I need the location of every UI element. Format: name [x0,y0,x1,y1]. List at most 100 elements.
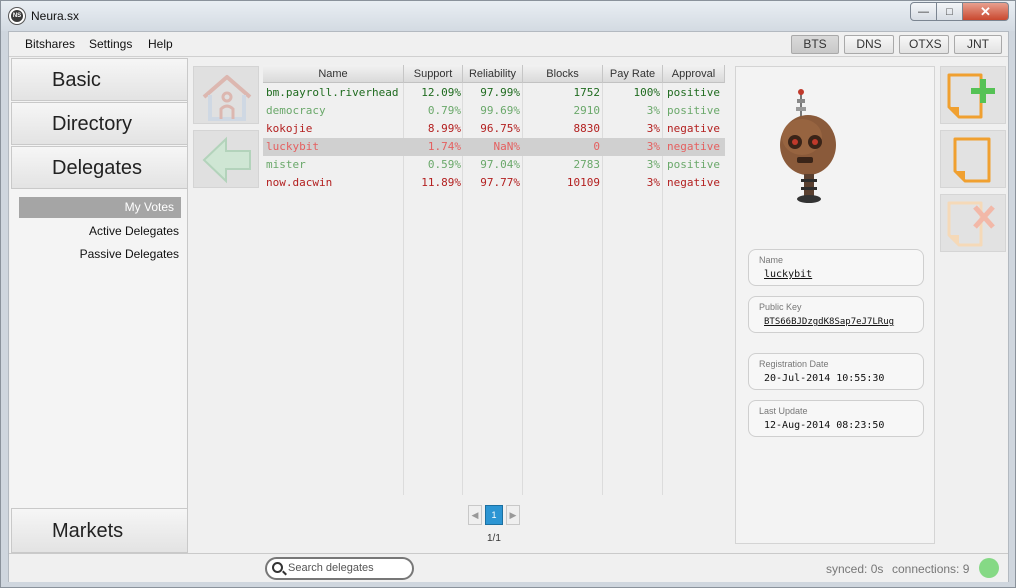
sidebar-tab-directory[interactable]: Directory [11,102,188,145]
table-row[interactable]: now.dacwin 11.89% 97.77% 10109 3% negati… [263,174,725,192]
prev-page-button[interactable]: ◀ [468,505,482,525]
cell-blocks: 8830 [573,122,601,135]
sidebar-item-active-delegates[interactable]: Active Delegates [89,224,179,238]
delegate-detail-panel: Name luckybit Public Key BTS66BJDzgdK8Sa… [735,66,935,544]
network-dns-button[interactable]: DNS [844,35,894,54]
add-document-icon [947,73,995,119]
page-1-button[interactable]: 1 [485,505,503,525]
registration-date-label: Registration Date [759,359,829,369]
status-bar: Search delegates synced: 0s connections:… [9,553,1008,582]
cell-reliability: NaN% [493,140,521,153]
menu-settings[interactable]: Settings [89,37,132,51]
remove-document-icon [947,201,995,247]
table-row[interactable]: bm.payroll.riverhead 12.09% 97.99% 1752 … [263,84,725,102]
sidebar-item-passive-delegates[interactable]: Passive Delegates [80,247,179,261]
cell-name: luckybit [266,140,319,153]
menu-help[interactable]: Help [148,37,173,51]
pagination: ◀ 1 ▶ [468,505,520,525]
last-update-field: Last Update 12-Aug-2014 08:23:50 [748,400,924,437]
network-jnt-button[interactable]: JNT [954,35,1002,54]
sidebar-tab-markets[interactable]: Markets [11,508,188,553]
col-approval[interactable]: Approval [663,65,725,83]
cell-approval: negative [667,176,720,189]
col-support[interactable]: Support [404,65,463,83]
cell-support: 11.89% [421,176,461,189]
back-button[interactable] [193,130,259,188]
registration-date-field: Registration Date 20-Jul-2014 10:55:30 [748,353,924,390]
cell-blocks: 1752 [573,86,601,99]
remove-vote-button[interactable] [940,194,1006,252]
cell-name: bm.payroll.riverhead [266,86,399,99]
minimize-button[interactable]: — [910,2,937,21]
close-icon: ✕ [980,3,991,19]
sidebar-item-my-votes[interactable]: My Votes [19,197,181,218]
cell-pay-rate: 3% [646,104,660,117]
maximize-icon: □ [946,5,953,18]
col-name[interactable]: Name [263,65,404,83]
connections-status: connections: 9 [892,562,970,576]
chevron-left-icon: ◀ [471,510,479,520]
table-row-selected[interactable]: luckybit 1.74% NaN% 0 3% negative [263,138,725,156]
cell-support: 0.79% [427,104,461,117]
cell-reliability: 99.69% [480,104,520,117]
cell-support: 0.59% [427,158,461,171]
window-title: Neura.sx [31,9,80,23]
close-button[interactable]: ✕ [963,2,1009,21]
connection-indicator-icon [979,558,999,578]
cell-approval: negative [667,140,720,153]
app-logo-icon: NS [9,8,25,24]
cell-approval: positive [667,158,720,171]
sidebar-tab-basic[interactable]: Basic [11,58,188,101]
cell-reliability: 96.75% [480,122,520,135]
menu-bar: Bitshares Settings Help BTS DNS OTXS JNT [9,32,1008,57]
name-field-value[interactable]: luckybit [764,269,812,280]
name-field: Name luckybit [748,249,924,286]
cell-support: 8.99% [427,122,461,135]
client-area: Bitshares Settings Help BTS DNS OTXS JNT… [8,31,1009,582]
app-window: NS Neura.sx — □ ✕ Bitshares Settings Hel… [0,0,1016,588]
title-bar: NS Neura.sx — □ ✕ [1,1,1015,31]
name-field-label: Name [759,255,784,265]
menu-bitshares[interactable]: Bitshares [25,37,75,51]
col-blocks[interactable]: Blocks [523,65,603,83]
cell-approval: positive [667,86,720,99]
cell-pay-rate: 3% [646,140,660,153]
cell-reliability: 97.77% [480,176,520,189]
document-icon [953,137,991,183]
delegates-table: Name Support Reliability Blocks Pay Rate… [263,65,725,499]
back-arrow-icon [202,136,251,184]
table-row[interactable]: democracy 0.79% 99.69% 2910 3% positive [263,102,725,120]
search-input[interactable]: Search delegates [265,557,414,580]
search-placeholder: Search delegates [288,562,374,574]
cell-support: 12.09% [421,86,461,99]
cell-reliability: 97.04% [480,158,520,171]
page-indicator: 1/1 [487,533,501,544]
cell-name: mister [266,158,306,171]
cell-blocks: 2910 [573,104,601,117]
home-icon [202,75,252,121]
cell-pay-rate: 3% [646,158,660,171]
table-row[interactable]: kokojie 8.99% 96.75% 8830 3% negative [263,120,725,138]
col-reliability[interactable]: Reliability [463,65,523,83]
registration-date-value: 20-Jul-2014 10:55:30 [764,373,885,384]
maximize-button[interactable]: □ [937,2,963,21]
last-update-value: 12-Aug-2014 08:23:50 [764,420,885,431]
public-key-value[interactable]: BTS66BJDzgdK8Sap7eJ7LRug [764,317,894,327]
table-header: Name Support Reliability Blocks Pay Rate… [263,65,725,83]
network-otxs-button[interactable]: OTXS [899,35,949,54]
home-button[interactable] [193,66,259,124]
search-icon [272,562,283,573]
sync-status: synced: 0s [826,562,884,576]
vote-document-button[interactable] [940,130,1006,188]
add-vote-button[interactable] [940,66,1006,124]
network-bts-button[interactable]: BTS [791,35,839,54]
cell-reliability: 97.99% [480,86,520,99]
cell-approval: positive [667,104,720,117]
cell-pay-rate: 3% [646,122,660,135]
next-page-button[interactable]: ▶ [506,505,520,525]
sidebar-tab-delegates[interactable]: Delegates [11,146,188,189]
window-controls: — □ ✕ [910,2,1009,21]
table-row[interactable]: mister 0.59% 97.04% 2783 3% positive [263,156,725,174]
col-pay-rate[interactable]: Pay Rate [603,65,663,83]
cell-approval: negative [667,122,720,135]
